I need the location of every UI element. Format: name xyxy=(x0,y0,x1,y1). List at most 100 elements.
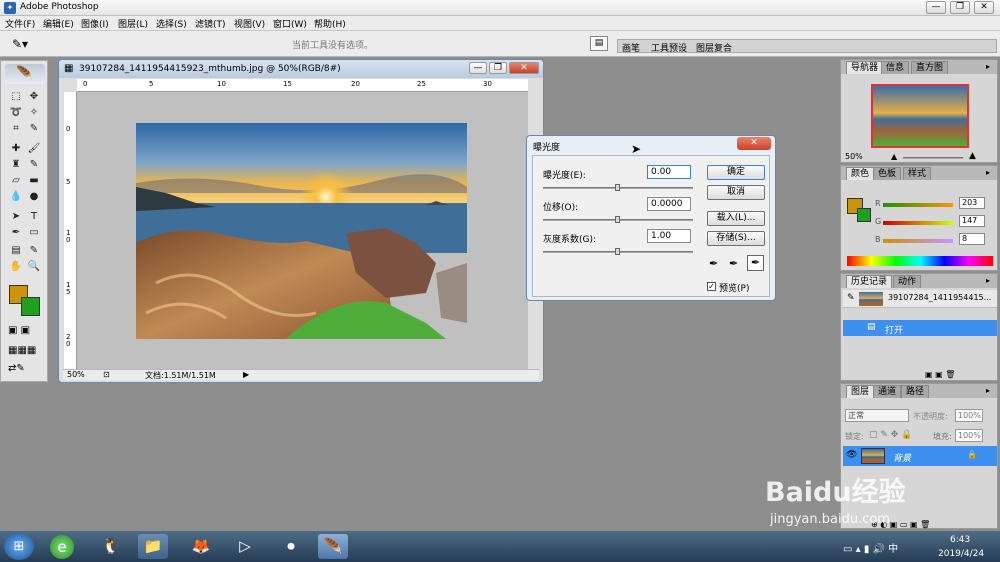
channel-g-value[interactable]: 147 xyxy=(959,215,985,227)
navigator-zoom[interactable]: 50% xyxy=(845,152,863,161)
eraser-tool-icon[interactable]: ▱ xyxy=(9,175,23,187)
history-brush-icon[interactable]: ✎ xyxy=(27,159,41,171)
clock-time[interactable]: 6:43 xyxy=(950,535,970,545)
menu-layer[interactable]: 图层(L) xyxy=(118,17,148,30)
doc-maximize-button[interactable]: ❐ xyxy=(489,62,507,74)
history-snapshot[interactable]: ✎ 39107284_1411954415... xyxy=(843,290,997,308)
maximize-button[interactable]: ❐ xyxy=(950,1,970,14)
channel-r-value[interactable]: 203 xyxy=(959,197,985,209)
imageready-icon[interactable]: ⇄✎ xyxy=(8,363,42,375)
doc-minimize-button[interactable]: — xyxy=(469,62,487,74)
slice-tool-icon[interactable]: ✎ xyxy=(27,123,41,135)
tab-info[interactable]: 信息 xyxy=(881,61,910,74)
menu-filter[interactable]: 滤镜(T) xyxy=(195,17,226,30)
menu-select[interactable]: 选择(S) xyxy=(156,17,187,30)
brush-tool-icon[interactable]: 🖌 xyxy=(27,143,41,155)
panel-menu-icon[interactable]: ▸ xyxy=(986,62,990,71)
screen-mode-icon[interactable]: ▦▦▦ xyxy=(8,345,42,357)
pen-tool-icon[interactable]: ✒ xyxy=(9,227,23,239)
tab-navigator[interactable]: 导航器 xyxy=(846,61,884,74)
cancel-button[interactable]: 取消 xyxy=(707,185,765,200)
system-tray-icons[interactable]: ▭ ▴ ▮ 🔊 中 xyxy=(843,540,898,555)
video-player-icon[interactable]: ▷ xyxy=(230,534,260,559)
panel-menu-icon[interactable]: ▸ xyxy=(986,168,990,177)
tab-history[interactable]: 历史记录 xyxy=(846,275,893,288)
firefox-icon[interactable]: 🦊 xyxy=(186,534,216,559)
clone-stamp-icon[interactable]: ♜ xyxy=(9,159,23,171)
gamma-input[interactable]: 1.00 xyxy=(647,229,691,243)
crop-tool-icon[interactable]: ⌗ xyxy=(9,123,23,135)
channel-r-slider[interactable] xyxy=(883,203,953,207)
gamma-slider-thumb[interactable] xyxy=(615,248,620,255)
type-tool-icon[interactable]: T xyxy=(27,211,41,223)
dodge-tool-icon[interactable]: ● xyxy=(27,191,41,203)
tab-tool-presets[interactable]: 工具预设 xyxy=(651,41,687,54)
preview-checkbox[interactable]: ✓ xyxy=(707,282,716,291)
eyedropper-icon[interactable]: ✎ xyxy=(27,245,41,257)
navigator-thumbnail[interactable] xyxy=(871,84,969,148)
magic-wand-icon[interactable]: ✧ xyxy=(27,107,41,119)
record-icon[interactable]: ⏺ xyxy=(276,534,306,559)
zoom-tool-icon[interactable]: 🔍 xyxy=(27,261,41,273)
quick-mask-icon[interactable]: ▣ ▣ xyxy=(8,325,42,337)
close-button[interactable]: ✕ xyxy=(974,1,994,14)
menu-image[interactable]: 图像(I) xyxy=(81,17,109,30)
exposure-input[interactable]: 0.00 xyxy=(647,165,691,179)
tab-brushes[interactable]: 画笔 xyxy=(622,41,640,54)
notes-tool-icon[interactable]: ▤ xyxy=(9,245,23,257)
healing-brush-icon[interactable]: ✚ xyxy=(9,143,23,155)
shape-tool-icon[interactable]: ▭ xyxy=(27,227,41,239)
start-button[interactable]: ⊞ xyxy=(4,533,34,560)
history-step[interactable]: ▤ 打开 xyxy=(843,320,997,336)
black-eyedropper-icon[interactable]: ✒ xyxy=(709,257,718,270)
minimize-button[interactable]: — xyxy=(926,1,946,14)
panel-menu-icon[interactable]: ▸ xyxy=(986,276,990,285)
dialog-close-button[interactable]: ✕ xyxy=(737,137,771,150)
gray-eyedropper-icon[interactable]: ✒ xyxy=(729,257,738,270)
zoom-out-icon[interactable]: ▲ xyxy=(891,152,897,161)
fill-input[interactable]: 100% xyxy=(955,429,983,442)
preview-label[interactable]: 预览(P) xyxy=(719,281,749,294)
blur-tool-icon[interactable]: 💧 xyxy=(9,191,23,203)
exposure-slider-thumb[interactable] xyxy=(615,184,620,191)
eyedropper-tool-icon[interactable]: ✎▾ xyxy=(12,37,28,51)
load-button[interactable]: 载入(L)... xyxy=(707,211,765,226)
menu-edit[interactable]: 编辑(E) xyxy=(43,17,74,30)
file-explorer-icon[interactable]: 📁 xyxy=(138,534,168,559)
canvas-area[interactable] xyxy=(77,92,528,370)
photoshop-taskbar-icon[interactable]: 🪶 xyxy=(318,534,348,559)
marquee-tool-icon[interactable]: ⬚ xyxy=(9,91,23,103)
offset-input[interactable]: 0.0000 xyxy=(647,197,691,211)
tab-color[interactable]: 颜色 xyxy=(846,167,875,180)
tab-paths[interactable]: 路径 xyxy=(901,385,930,398)
save-button[interactable]: 存储(S)... xyxy=(707,231,765,246)
bg-color-swatch[interactable] xyxy=(857,208,871,222)
offset-slider-thumb[interactable] xyxy=(615,216,620,223)
layer-row[interactable]: 👁 背景 🔒 xyxy=(843,446,997,466)
tab-layers[interactable]: 图层 xyxy=(846,385,875,398)
menu-help[interactable]: 帮助(H) xyxy=(314,17,346,30)
panel-menu-icon[interactable]: ▸ xyxy=(986,386,990,395)
zoom-in-icon[interactable]: ▲ xyxy=(969,151,976,161)
channel-g-slider[interactable] xyxy=(883,221,953,225)
tab-layer-comps[interactable]: 图层复合 xyxy=(696,41,732,54)
tab-histogram[interactable]: 直方图 xyxy=(911,61,949,74)
clock-date[interactable]: 2019/4/24 xyxy=(938,549,984,559)
tab-actions[interactable]: 动作 xyxy=(893,275,922,288)
background-color-swatch[interactable] xyxy=(21,297,40,316)
path-selection-icon[interactable]: ➤ xyxy=(9,211,23,223)
menu-window[interactable]: 窗口(W) xyxy=(273,17,307,30)
status-icon[interactable]: ⊡ xyxy=(103,370,110,379)
color-spectrum-bar[interactable] xyxy=(847,256,993,266)
blend-mode-select[interactable]: 正常 xyxy=(845,409,909,422)
browser-360-icon[interactable]: e xyxy=(50,535,74,559)
move-tool-icon[interactable]: ✥ xyxy=(27,91,41,103)
layer-visibility-eye-icon[interactable]: 👁 xyxy=(846,450,857,460)
hand-tool-icon[interactable]: ✋ xyxy=(9,261,23,273)
channel-b-slider[interactable] xyxy=(883,239,953,243)
channel-b-value[interactable]: 8 xyxy=(959,233,985,245)
palette-well-icon[interactable]: ▤ xyxy=(590,36,608,51)
qq-icon[interactable]: 🐧 xyxy=(96,534,126,559)
history-brush-icon[interactable]: ✎ xyxy=(847,293,855,303)
doc-close-button[interactable]: ✕ xyxy=(509,62,539,74)
